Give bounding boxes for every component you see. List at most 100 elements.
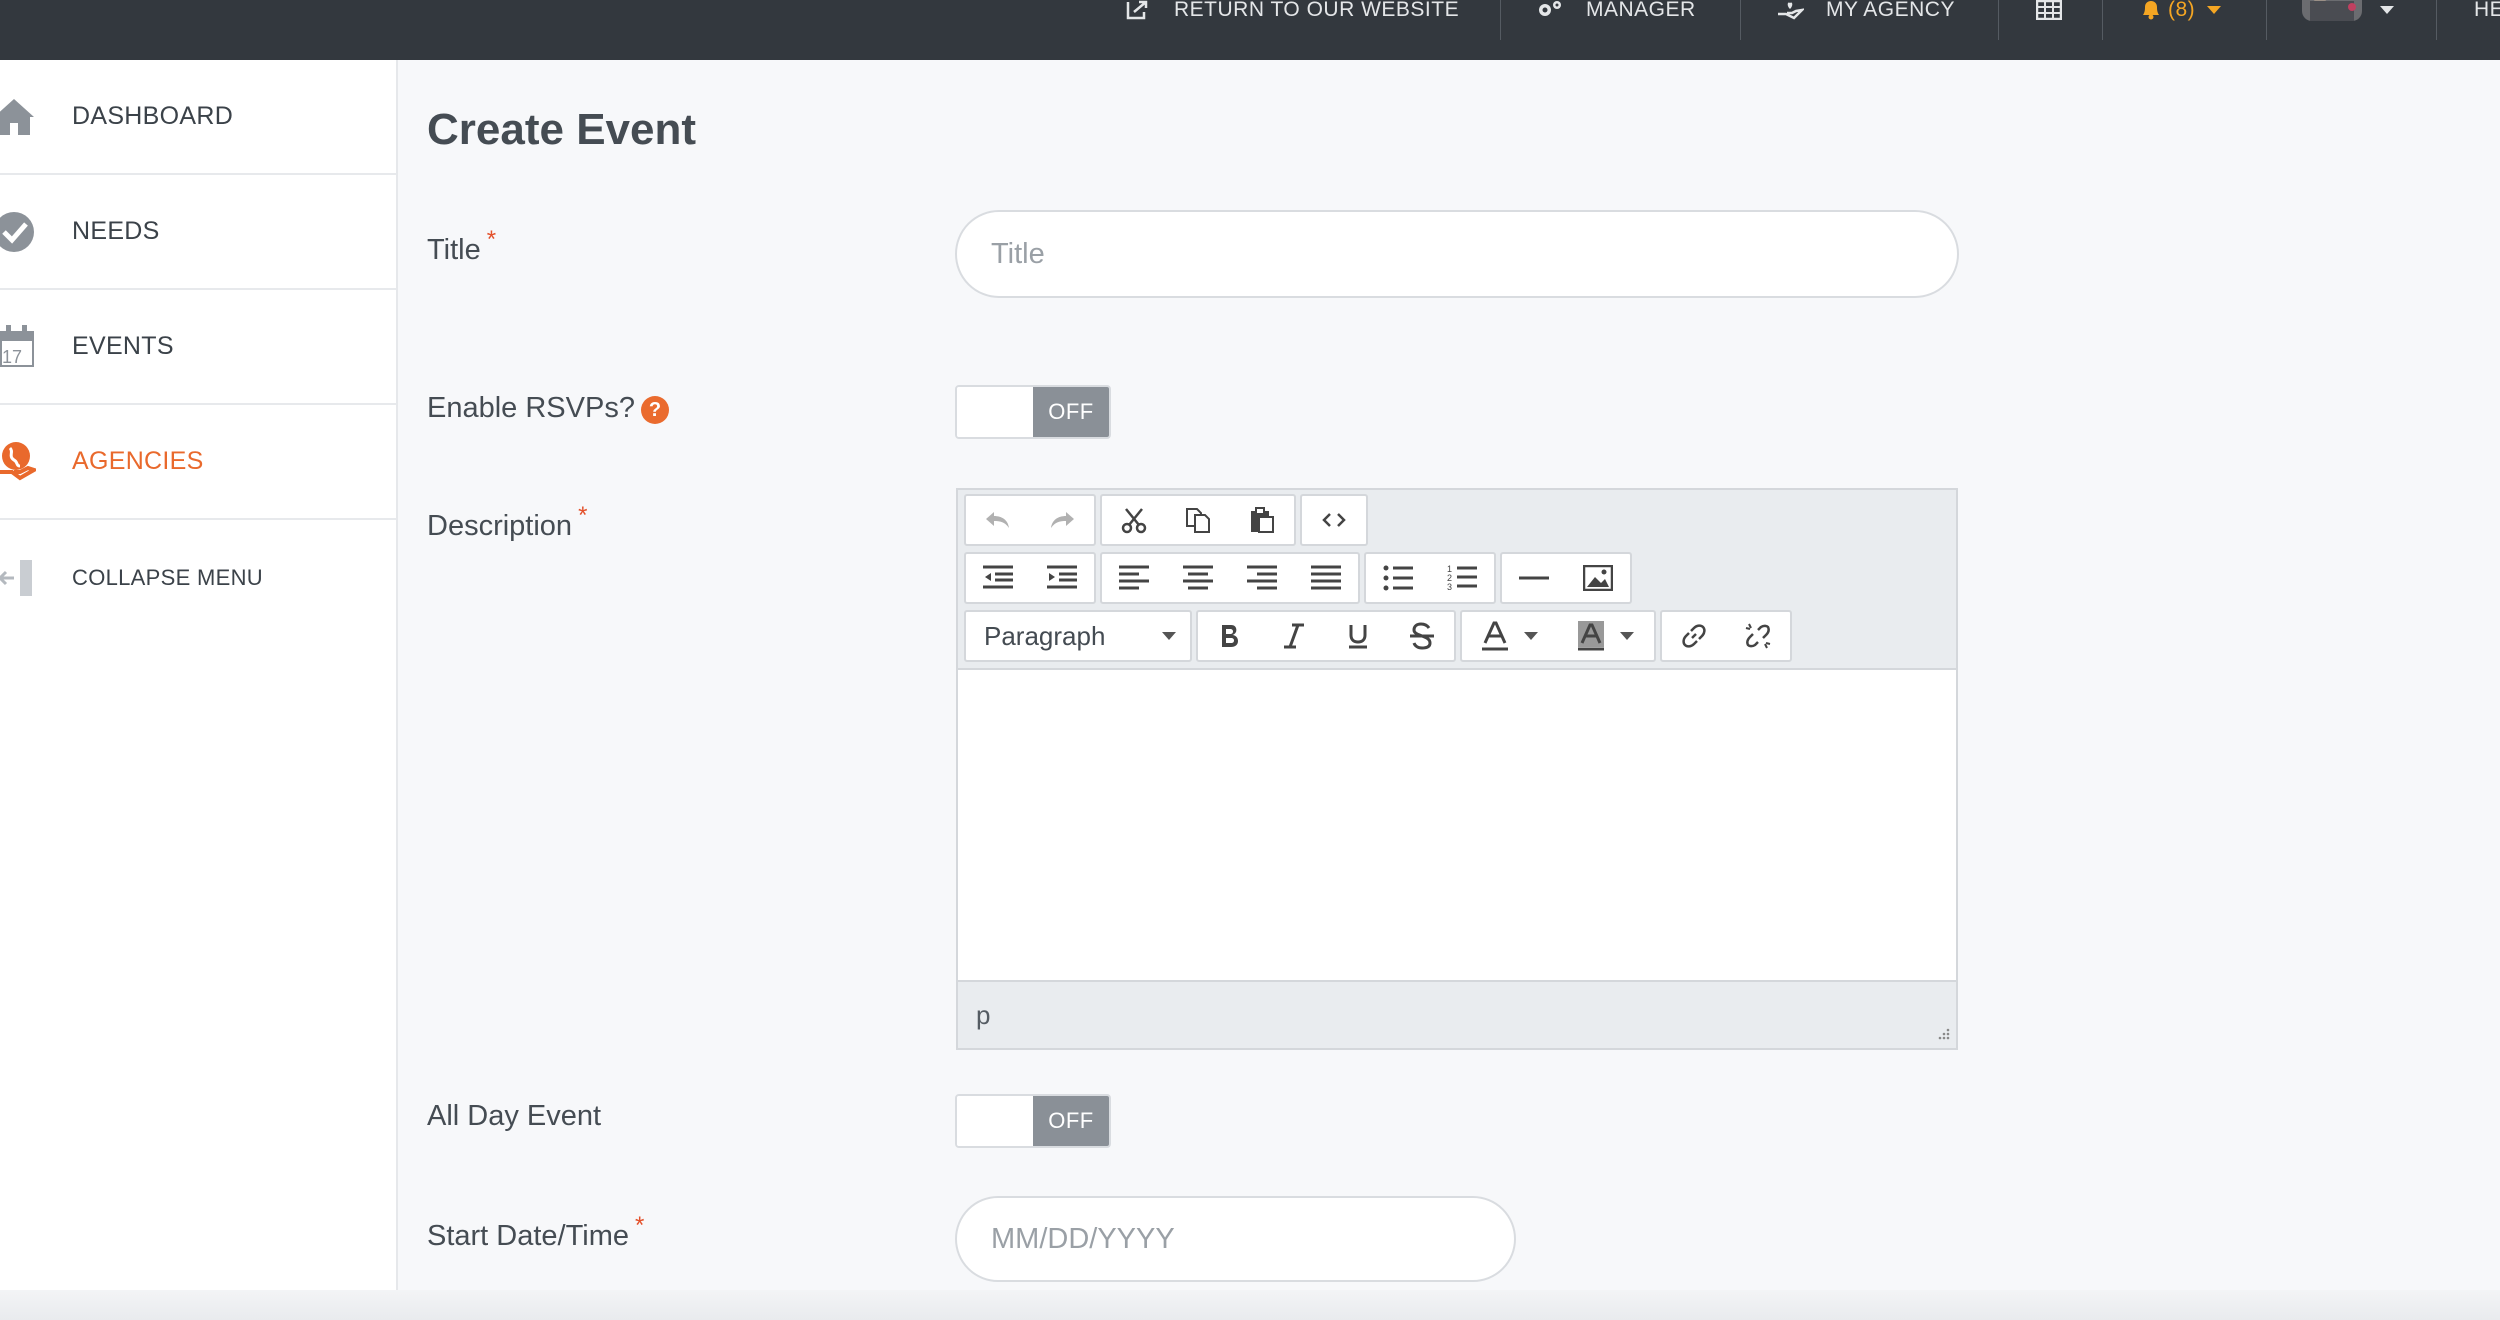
- insert-group: [1500, 552, 1632, 604]
- sidebar-item-label: COLLAPSE MENU: [72, 564, 263, 590]
- user-menu-dropdown[interactable]: [2302, 0, 2394, 21]
- underline-button[interactable]: [1326, 612, 1390, 660]
- notifications-count: (8): [2168, 0, 2196, 21]
- calendar-grid-icon: [2036, 0, 2062, 20]
- description-field-label: Description *: [427, 502, 587, 543]
- help-link[interactable]: HE: [2474, 0, 2500, 21]
- editor-toolbar-row: Paragraph: [964, 610, 1796, 662]
- return-to-website-link[interactable]: RETURN TO OUR WEBSITE: [1126, 0, 1459, 21]
- copy-icon: [1186, 508, 1210, 533]
- code-icon: [1322, 513, 1346, 527]
- resize-handle-icon[interactable]: [1934, 1026, 1950, 1042]
- clipboard-icon: [1251, 507, 1274, 533]
- sidebar-item-agencies[interactable]: AGENCIES: [0, 405, 396, 520]
- help-label: HE: [2474, 0, 2500, 21]
- start-date-input[interactable]: [955, 1196, 1516, 1282]
- copy-button[interactable]: [1166, 496, 1230, 544]
- rsvp-field-label: Enable RSVPs?: [427, 392, 635, 425]
- chevron-down-icon: [1620, 632, 1634, 640]
- toggle-state-label: OFF: [1033, 1096, 1109, 1146]
- indent-group: [964, 552, 1096, 604]
- calendar-icon: 17: [0, 324, 34, 367]
- strikethrough-icon: [1410, 622, 1434, 650]
- bullet-list-icon: [1383, 565, 1413, 591]
- help-icon[interactable]: ?: [641, 396, 669, 424]
- align-left-icon: [1119, 565, 1149, 590]
- sidebar-item-label: AGENCIES: [72, 447, 204, 475]
- nav-divider: [1998, 0, 1999, 40]
- my-agency-link[interactable]: MY AGENCY: [1776, 0, 1955, 21]
- calendar-grid-button[interactable]: [2036, 0, 2084, 20]
- editor-toolbar-row: 123: [964, 552, 1636, 604]
- bold-icon: [1222, 625, 1238, 647]
- redo-button[interactable]: [1030, 496, 1094, 544]
- hand-heart-icon: [1778, 2, 1804, 20]
- align-left-button[interactable]: [1102, 554, 1166, 602]
- calendar-icon-day: 17: [2, 347, 22, 367]
- italic-button[interactable]: [1262, 612, 1326, 660]
- rich-text-editor: 123 Paragraph p: [956, 488, 1958, 1050]
- bell-icon: [2143, 1, 2159, 20]
- align-center-button[interactable]: [1166, 554, 1230, 602]
- outdent-icon: [983, 565, 1013, 589]
- link-group: [1660, 610, 1792, 662]
- rsvp-toggle[interactable]: OFF: [955, 385, 1111, 439]
- all-day-toggle[interactable]: OFF: [955, 1094, 1111, 1148]
- format-select-value: Paragraph: [984, 620, 1106, 651]
- paste-button[interactable]: [1230, 496, 1294, 544]
- toggle-knob: [957, 387, 1033, 437]
- sidebar-item-events[interactable]: 17 EVENTS: [0, 290, 396, 405]
- format-group: Paragraph: [964, 610, 1192, 662]
- remove-link-button[interactable]: [1726, 612, 1790, 660]
- nav-divider: [1500, 0, 1501, 40]
- sidebar-item-collapse-menu[interactable]: COLLAPSE MENU: [0, 520, 396, 635]
- insert-link-button[interactable]: [1662, 612, 1726, 660]
- bold-button[interactable]: [1198, 612, 1262, 660]
- align-right-icon: [1247, 565, 1277, 590]
- external-link-icon: [1126, 0, 1148, 20]
- indent-button[interactable]: [1030, 554, 1094, 602]
- format-select[interactable]: Paragraph: [966, 612, 1190, 660]
- top-navigation-bar: RETURN TO OUR WEBSITE MANAGER MY AGENCY …: [0, 0, 2500, 60]
- scissors-icon: [1121, 508, 1147, 534]
- strikethrough-button[interactable]: [1390, 612, 1454, 660]
- editor-content-area[interactable]: [958, 668, 1956, 982]
- allday-field-label: All Day Event: [427, 1100, 601, 1133]
- nav-divider: [2436, 0, 2437, 40]
- nav-divider: [2266, 0, 2267, 40]
- text-color-button[interactable]: [1462, 612, 1558, 660]
- sidebar-item-needs[interactable]: NEEDS: [0, 175, 396, 290]
- align-right-button[interactable]: [1230, 554, 1294, 602]
- editor-toolbar-row: [964, 494, 1372, 546]
- nav-divider: [2102, 0, 2103, 40]
- clipboard-group: [1100, 494, 1296, 546]
- background-color-button[interactable]: [1558, 612, 1654, 660]
- toggle-state-label: OFF: [1033, 387, 1109, 437]
- manager-link[interactable]: MANAGER: [1536, 0, 1696, 21]
- horizontal-rule-button[interactable]: [1502, 554, 1566, 602]
- avatar: [2302, 0, 2362, 21]
- numbered-list-icon: 123: [1447, 564, 1477, 592]
- numbered-list-button[interactable]: 123: [1430, 554, 1494, 602]
- required-asterisk: *: [634, 1212, 645, 1239]
- title-input[interactable]: [955, 210, 1959, 298]
- horizontal-rule-icon: [1519, 576, 1549, 580]
- manager-label: MANAGER: [1586, 0, 1696, 21]
- collapse-arrow-icon: [0, 559, 32, 596]
- check-circle-icon: [0, 211, 34, 252]
- bullet-list-button[interactable]: [1366, 554, 1430, 602]
- home-icon: [0, 98, 34, 135]
- outdent-button[interactable]: [966, 554, 1030, 602]
- chevron-down-icon: [1524, 632, 1538, 640]
- undo-button[interactable]: [966, 496, 1030, 544]
- notifications-dropdown[interactable]: (8): [2140, 0, 2222, 21]
- text-style-group: [1196, 610, 1456, 662]
- source-code-button[interactable]: [1302, 496, 1366, 544]
- link-icon: [1682, 624, 1706, 648]
- sidebar-item-dashboard[interactable]: DASHBOARD: [0, 60, 396, 175]
- required-asterisk: *: [486, 226, 497, 253]
- align-justify-button[interactable]: [1294, 554, 1358, 602]
- cut-button[interactable]: [1102, 496, 1166, 544]
- insert-image-button[interactable]: [1566, 554, 1630, 602]
- undo-icon: [986, 512, 1009, 528]
